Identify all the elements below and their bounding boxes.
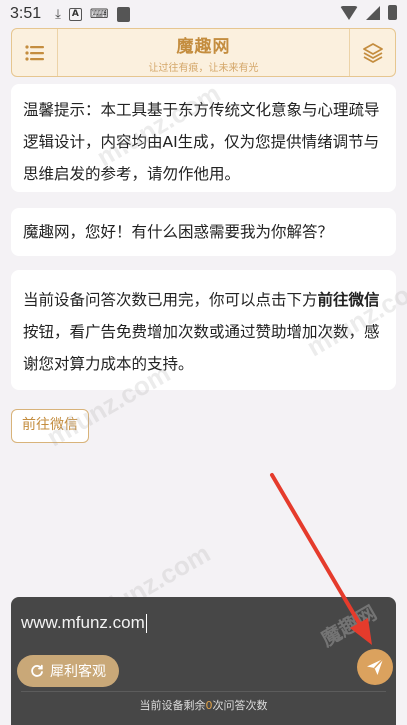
layers-button[interactable] [349,29,395,76]
layers-icon [362,42,383,63]
app-subtitle: 让过往有痕，让未来有光 [148,62,259,74]
quota-text-prefix: 当前设备问答次数已用完，你可以点击下方 [23,291,318,309]
send-button[interactable] [357,649,393,685]
sharp-objective-label: 犀利客观 [50,664,106,680]
wifi-icon [340,5,358,20]
remaining-prefix: 当前设备剩余 [139,699,206,712]
app-notification-icon [116,6,130,22]
paper-plane-icon [367,658,384,675]
remaining-quota-note: 当前设备剩余0次问答次数 [11,697,396,713]
status-bar: 3:51 ⤓ A ⌨ [0,0,407,28]
menu-icon [24,44,44,61]
refresh-icon [31,664,43,677]
notification-a-icon: A [68,7,82,21]
menu-button[interactable] [12,29,58,76]
remaining-count: 0 [205,699,213,712]
divider [21,691,386,692]
signal-icon [366,5,380,20]
app-header: 魔趣网 让过往有痕，让未来有光 [11,28,396,77]
keyboard-icon: ⌨ [89,6,109,22]
download-icon: ⤓ [55,6,61,22]
app-title: 魔趣网 [176,36,231,57]
battery-icon [388,5,397,20]
message-input[interactable]: www.mfunz.com [21,613,321,634]
text-cursor [145,614,148,634]
message-input-value: www.mfunz.com [21,613,145,632]
sharp-objective-button[interactable]: 犀利客观 [17,655,119,687]
header-title-group: 魔趣网 让过往有痕，让未来有光 [58,32,349,74]
status-time: 3:51 [10,5,42,22]
remaining-suffix: 次问答次数 [212,699,268,712]
greeting-message: 魔趣网，您好！有什么困惑需要我为你解答？ [11,208,396,256]
greeting-text: 魔趣网，您好！有什么困惑需要我为你解答？ [23,223,334,241]
